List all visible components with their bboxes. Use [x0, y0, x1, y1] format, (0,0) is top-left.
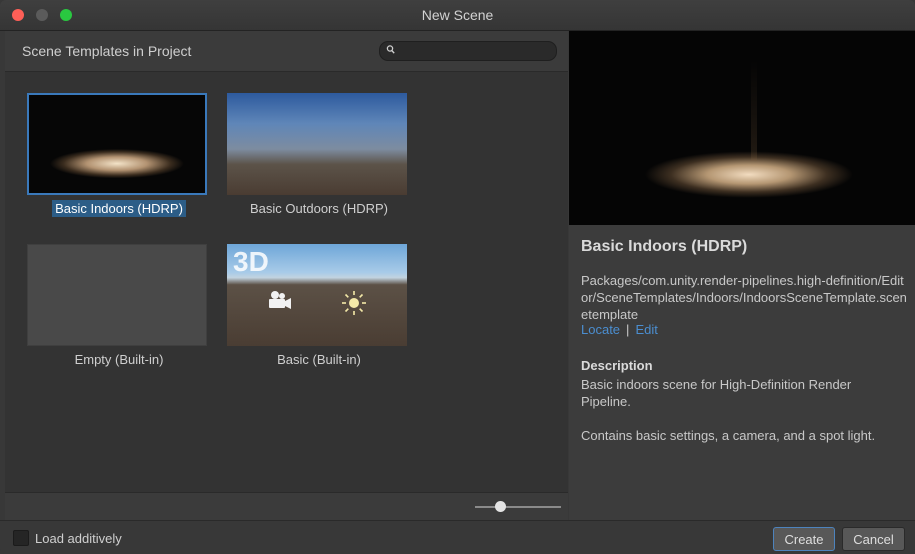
edit-link[interactable]: Edit: [635, 322, 657, 337]
template-label: Empty (Built-in): [74, 352, 164, 367]
template-thumbnail[interactable]: [27, 244, 207, 346]
template-label: Basic Outdoors (HDRP): [250, 201, 388, 216]
search-input[interactable]: [379, 41, 557, 61]
zoom-slider-handle[interactable]: [495, 501, 507, 512]
template-thumbnail[interactable]: [27, 93, 207, 195]
template-tile-basic-indoors[interactable]: Basic Indoors (HDRP): [27, 93, 211, 217]
new-scene-window: New Scene Scene Templates in Project Bas…: [0, 0, 915, 554]
template-label: Basic Indoors (HDRP): [27, 200, 211, 217]
description-text: Basic indoors scene for High-Definition …: [581, 376, 901, 461]
dialog-footer: Load additively Create Cancel: [0, 520, 915, 554]
templates-header: Scene Templates in Project: [5, 31, 568, 72]
zoom-slider-track[interactable]: [475, 506, 561, 508]
preview-light-beam: [751, 61, 757, 161]
load-additively-label[interactable]: Load additively: [35, 531, 122, 546]
template-tile-basic-builtin[interactable]: 3D Basic (Built-in): [227, 244, 411, 367]
templates-pane: Scene Templates in Project Basic Indoors…: [5, 31, 568, 521]
link-separator: |: [626, 322, 630, 337]
template-thumbnail[interactable]: 3D: [227, 244, 407, 346]
description-heading: Description: [581, 358, 653, 373]
template-tile-basic-outdoors[interactable]: Basic Outdoors (HDRP): [227, 93, 411, 216]
locate-link[interactable]: Locate: [581, 322, 620, 337]
sun-icon: [342, 291, 366, 315]
cancel-button[interactable]: Cancel: [842, 527, 905, 551]
template-actions: Locate | Edit: [581, 322, 658, 337]
load-additively-checkbox[interactable]: [13, 530, 29, 546]
description-paragraph: Basic indoors scene for High-Definition …: [581, 377, 852, 409]
camera-icon: [269, 291, 291, 309]
template-tile-empty[interactable]: Empty (Built-in): [27, 244, 211, 367]
description-paragraph: Contains basic settings, a camera, and a…: [581, 428, 876, 443]
template-label: Basic (Built-in): [277, 352, 361, 367]
templates-footer: [5, 492, 568, 521]
template-preview-image: [569, 31, 915, 225]
template-title: Basic Indoors (HDRP): [581, 238, 748, 255]
templates-header-title: Scene Templates in Project: [22, 43, 192, 59]
3d-badge: 3D: [233, 246, 269, 277]
details-pane: Basic Indoors (HDRP) Packages/com.unity.…: [569, 31, 915, 520]
search-icon: [386, 45, 395, 54]
create-button[interactable]: Create: [773, 527, 835, 551]
window-title: New Scene: [421, 7, 494, 23]
title-bar: New Scene: [0, 0, 915, 31]
templates-grid: Basic Indoors (HDRP) Basic Outdoors (HDR…: [5, 72, 568, 492]
template-thumbnail[interactable]: [227, 93, 407, 195]
template-path: Packages/com.unity.render-pipelines.high…: [581, 273, 907, 322]
